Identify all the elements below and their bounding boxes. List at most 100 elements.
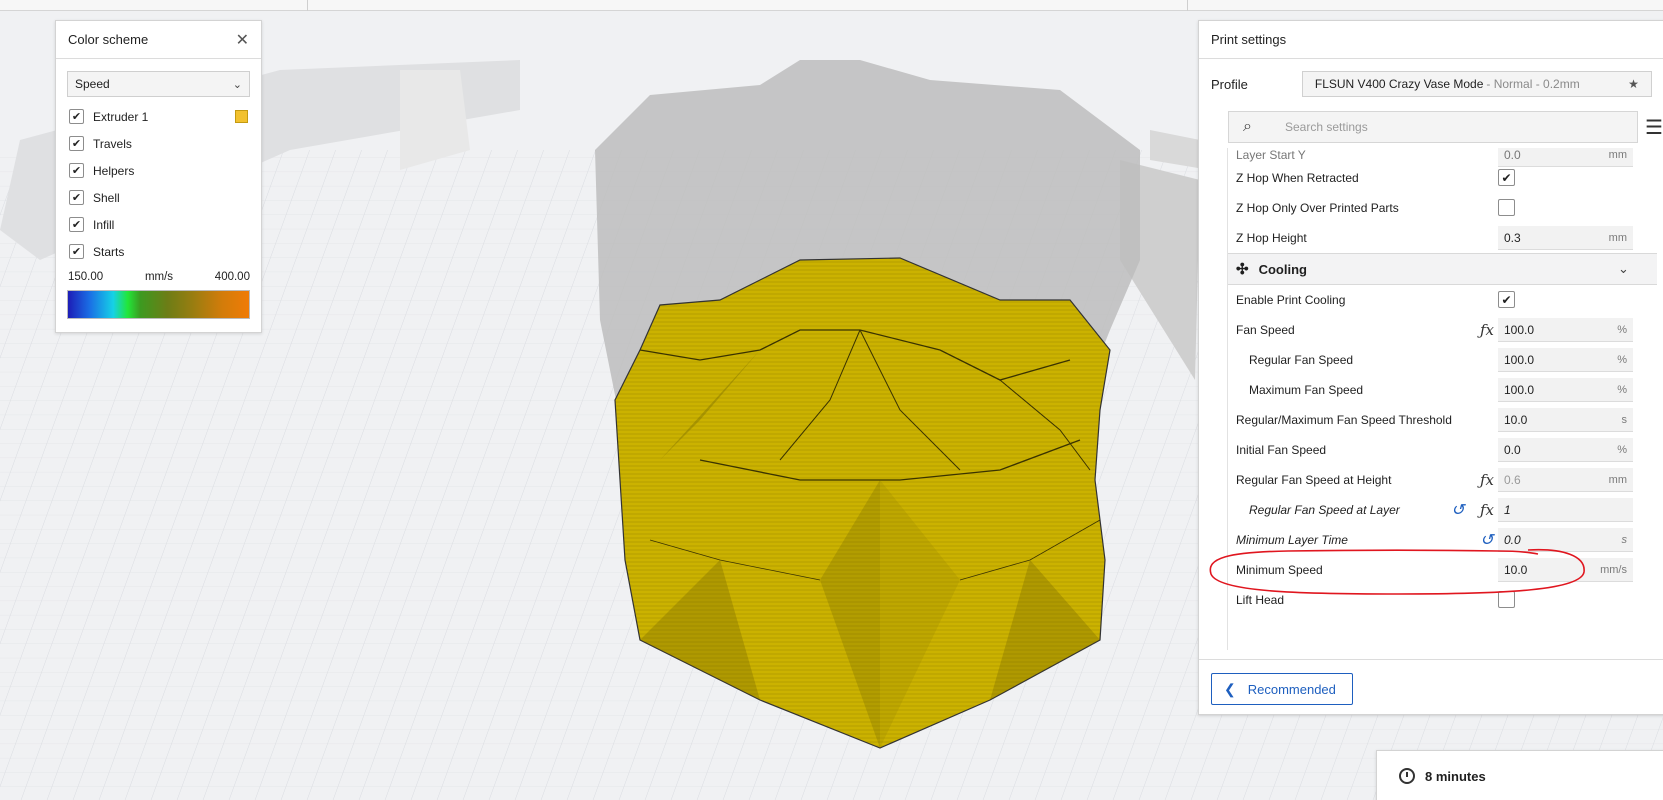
search-input[interactable]: ⌕ Search settings [1228,111,1638,143]
setting-field[interactable]: 1 [1498,498,1633,522]
setting-label: Regular Fan Speed at Height [1236,473,1392,487]
checkbox-extruder[interactable]: ✔ [69,109,84,124]
search-icon: ⌕ [1243,118,1252,135]
setting-value: 10.0 [1504,562,1528,577]
setting-label: Minimum Speed [1236,563,1323,577]
profile-subtitle: - Normal - 0.2mm [1486,77,1580,91]
print-settings-header: Print settings [1199,21,1663,59]
speed-range: 150.00 mm/s 400.00 [56,265,261,283]
checkbox-helpers[interactable]: ✔ [69,163,84,178]
setting-row-initial-fan-speed: Initial Fan Speed 0.0% [1228,435,1657,465]
setting-checkbox[interactable] [1498,199,1515,216]
legend-label: Shell [93,190,120,205]
setting-row-minimum-layer-time: Minimum Layer Time ↺ 0.0 s [1228,525,1657,555]
legend-label: Starts [93,244,125,259]
category-cooling[interactable]: ✣ Cooling ⌄ [1228,253,1657,285]
legend-item-helpers[interactable]: ✔ Helpers [56,157,261,184]
legend-label: Infill [93,217,115,232]
setting-value: 100.0 [1504,322,1535,337]
speed-gradient-bar [67,290,250,319]
color-scheme-title: Color scheme [68,32,149,47]
legend-label: Helpers [93,163,135,178]
setting-label: Minimum Layer Time [1236,533,1348,547]
close-icon[interactable]: ✕ [236,30,249,50]
setting-label: Regular/Maximum Fan Speed Threshold [1236,413,1452,427]
setting-field[interactable]: 100.0% [1498,318,1633,342]
settings-list[interactable]: Layer Start Y 0.0 mm Z Hop When Retracted… [1227,148,1657,650]
setting-row-regular-fan-speed-at-layer: Regular Fan Speed at Layer ↺ ƒx 1 [1228,495,1657,525]
setting-value: 0.0 [1504,442,1521,457]
chevron-down-icon: ⌄ [232,78,242,91]
setting-field[interactable]: 0.0% [1498,438,1633,462]
setting-value: 0.0 [1504,532,1521,547]
function-icon[interactable]: ƒx [1480,471,1494,489]
recommended-button[interactable]: ❮ Recommended [1211,673,1353,705]
star-icon[interactable]: ★ [1628,77,1639,91]
setting-row-z-hop-when-retracted: Z Hop When Retracted ✔ [1228,163,1657,193]
setting-label: Z Hop Height [1236,231,1307,245]
setting-field[interactable]: 10.0 mm/s [1498,558,1633,582]
reset-icon[interactable]: ↺ [1480,530,1493,550]
setting-checkbox[interactable]: ✔ [1498,169,1515,186]
profile-row: Profile FLSUN V400 Crazy Vase Mode - Nor… [1199,59,1663,109]
setting-value: 1 [1504,502,1511,517]
setting-checkbox[interactable]: ✔ [1498,291,1515,308]
setting-row-maximum-fan-speed: Maximum Fan Speed 100.0% [1228,375,1657,405]
setting-unit: mm [1608,231,1627,244]
print-time-estimate[interactable]: 8 minutes [1376,750,1663,800]
setting-row-fan-speed-threshold: Regular/Maximum Fan Speed Threshold 10.0… [1228,405,1657,435]
setting-field[interactable]: 100.0% [1498,378,1633,402]
setting-unit: % [1617,443,1627,456]
range-unit: mm/s [144,271,174,283]
setting-checkbox[interactable] [1498,591,1515,608]
setting-field[interactable]: 100.0% [1498,348,1633,372]
setting-unit: s [1621,533,1628,546]
setting-value: 100.0 [1504,382,1535,397]
legend-item-shell[interactable]: ✔ Shell [56,184,261,211]
estimate-time: 8 minutes [1425,768,1486,784]
setting-row-regular-fan-speed-at-height: Regular Fan Speed at Height ƒx 0.6 mm [1228,465,1657,495]
checkbox-infill[interactable]: ✔ [69,217,84,232]
toolbar-segment [0,0,308,11]
checkbox-starts[interactable]: ✔ [69,244,84,259]
color-scheme-dropdown[interactable]: Speed ⌄ [67,71,250,97]
setting-label: Regular Fan Speed at Layer [1249,503,1400,517]
function-icon[interactable]: ƒx [1480,321,1494,339]
setting-row-z-hop-only-over-printed: Z Hop Only Over Printed Parts [1228,193,1657,223]
setting-row-fan-speed: Fan Speed ƒx 100.0% [1228,315,1657,345]
hamburger-menu-icon[interactable]: ☰ [1645,115,1663,140]
checkbox-travels[interactable]: ✔ [69,136,84,151]
setting-unit: % [1617,353,1627,366]
setting-field[interactable]: 0.0 s [1498,528,1633,552]
legend-item-travels[interactable]: ✔ Travels [56,130,261,157]
setting-field[interactable]: 0.3 mm [1498,226,1633,250]
print-settings-title: Print settings [1211,32,1287,47]
setting-label: Z Hop When Retracted [1236,171,1359,185]
legend-label: Travels [93,136,132,151]
chevron-down-icon: ⌄ [1618,261,1629,276]
legend-item-infill[interactable]: ✔ Infill [56,211,261,238]
category-label: Cooling [1258,261,1307,277]
setting-label: Enable Print Cooling [1236,293,1346,307]
recommended-label: Recommended [1247,681,1336,697]
setting-value: 0.0 [1504,148,1521,162]
setting-field[interactable]: 0.6 mm [1498,468,1633,492]
legend-label: Extruder 1 [93,109,149,124]
setting-unit: mm [1608,148,1627,161]
setting-unit: % [1617,383,1627,396]
reset-icon[interactable]: ↺ [1451,500,1464,520]
checkbox-shell[interactable]: ✔ [69,190,84,205]
setting-field[interactable]: 10.0 s [1498,408,1633,432]
clock-icon [1399,768,1415,784]
extruder-color-swatch [235,110,248,123]
profile-selector[interactable]: FLSUN V400 Crazy Vase Mode - Normal - 0.… [1301,71,1652,97]
setting-row-minimum-speed: Minimum Speed 10.0 mm/s [1228,555,1657,585]
setting-label: Regular Fan Speed [1249,353,1354,367]
legend-item-extruder[interactable]: ✔ Extruder 1 [56,103,261,130]
color-scheme-dropdown-value: Speed [75,77,110,91]
legend-item-starts[interactable]: ✔ Starts [56,238,261,265]
setting-row-lift-head: Lift Head [1228,585,1657,615]
function-icon[interactable]: ƒx [1480,501,1494,519]
setting-label: Lift Head [1236,593,1285,607]
chevron-left-icon: ❮ [1224,680,1236,697]
